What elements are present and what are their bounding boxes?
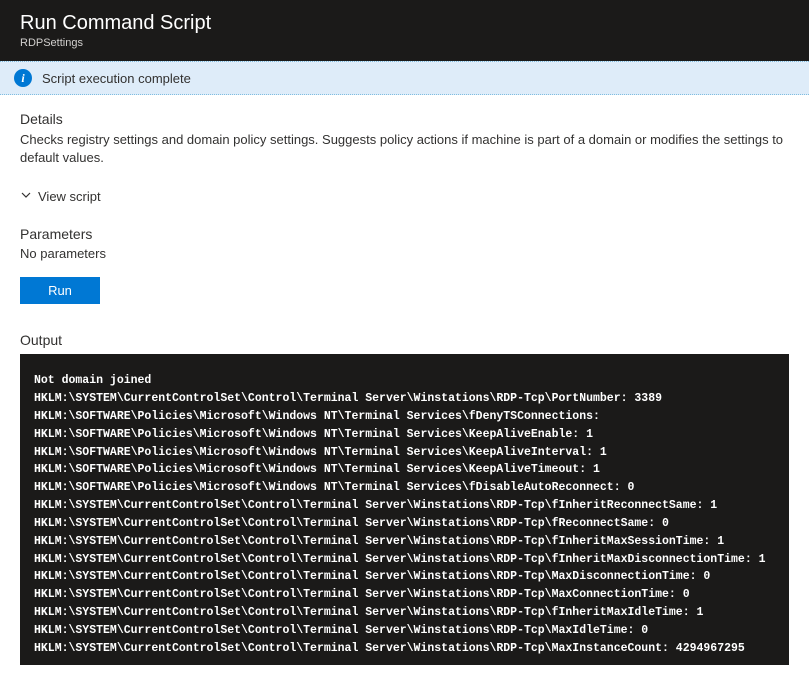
output-section: Output Not domain joined HKLM:\SYSTEM\Cu… <box>20 332 789 665</box>
view-script-toggle[interactable]: View script <box>20 189 789 204</box>
details-section: Details Checks registry settings and dom… <box>20 111 789 167</box>
parameters-heading: Parameters <box>20 226 789 242</box>
page-title: Run Command Script <box>20 10 789 36</box>
run-button[interactable]: Run <box>20 277 100 304</box>
chevron-down-icon <box>20 189 32 204</box>
status-message: Script execution complete <box>42 71 191 86</box>
output-heading: Output <box>20 332 789 348</box>
parameters-empty: No parameters <box>20 246 789 261</box>
page-subtitle: RDPSettings <box>20 37 789 49</box>
blade-header: Run Command Script RDPSettings <box>0 0 809 61</box>
output-console: Not domain joined HKLM:\SYSTEM\CurrentCo… <box>20 354 789 665</box>
view-script-label: View script <box>38 189 101 204</box>
details-heading: Details <box>20 111 789 127</box>
info-icon: i <box>14 69 32 87</box>
parameters-section: Parameters No parameters <box>20 226 789 261</box>
content-area: Details Checks registry settings and dom… <box>0 95 809 681</box>
details-description: Checks registry settings and domain poli… <box>20 131 789 167</box>
status-bar: i Script execution complete <box>0 61 809 95</box>
